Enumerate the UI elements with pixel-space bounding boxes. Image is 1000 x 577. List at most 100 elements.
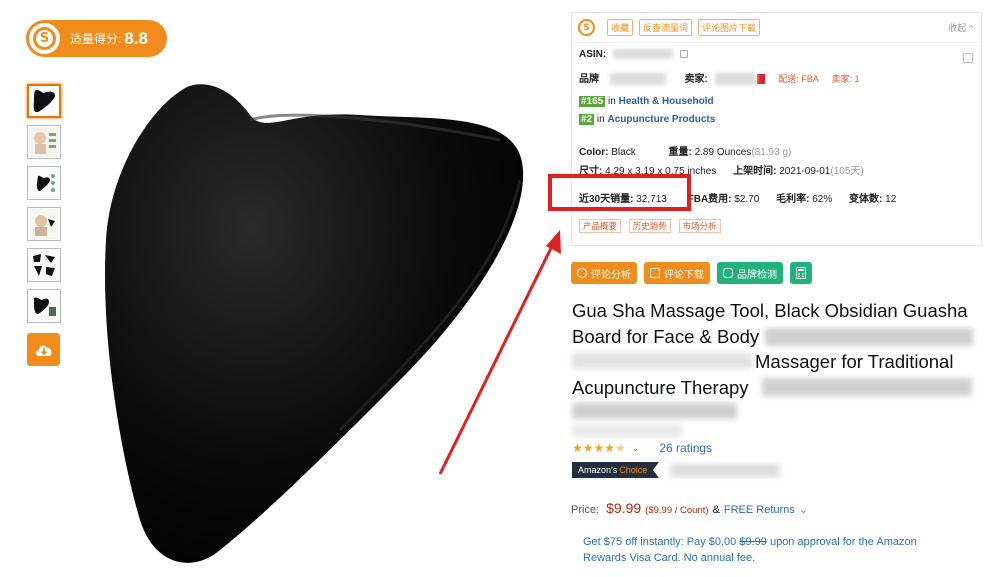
asin-redacted — [613, 49, 674, 60]
model-usage-thumb-icon — [29, 209, 59, 239]
review-analysis-button[interactable]: 评论分析 — [571, 262, 637, 284]
free-returns-link[interactable]: FREE Returns — [724, 504, 795, 516]
brand-check-button[interactable]: 品牌检测 — [717, 262, 783, 284]
review-image-download-button[interactable]: 评论图片下载 — [698, 19, 761, 36]
rank-number: #2 — [579, 114, 595, 125]
plugin-logo-icon: S — [29, 23, 60, 54]
reverse-keyword-button[interactable]: 反查流量词 — [639, 19, 693, 36]
thumbnail-5[interactable] — [27, 248, 61, 282]
color-weight-row: Color: Black 重量: 2.89 Ounces(81.93 g) — [579, 143, 791, 158]
tab-product-summary[interactable]: 产品概要 — [579, 219, 622, 233]
ratings-count-link[interactable]: 26 ratings — [659, 441, 712, 455]
calculator-button[interactable] — [790, 262, 812, 284]
panel-toolbar: S 收藏 反查流量词 评论图片下载 收起 ^ — [572, 13, 981, 43]
launch-label: 上架时间: — [733, 166, 777, 177]
brand-row: 品牌 卖家: 配送: FBA 卖家: 1 — [579, 70, 860, 86]
weight-grams: (81.93 g) — [751, 147, 792, 158]
brand-check-icon — [723, 268, 733, 278]
title-redacted — [765, 328, 973, 346]
color-label: Color: — [579, 147, 609, 158]
gua-sha-steps-thumb-icon — [29, 168, 59, 198]
model-face-thumb-icon — [29, 127, 59, 157]
rank-category-link[interactable]: Health & Household — [619, 96, 714, 107]
comment-icon — [650, 268, 660, 278]
chart-pie-icon — [577, 268, 587, 278]
expand-icon[interactable] — [963, 53, 973, 63]
title-redacted — [762, 378, 972, 396]
star-rating-icon[interactable]: ★★★★★ — [572, 441, 626, 455]
thumbnail-6[interactable] — [27, 289, 61, 323]
brand-redacted — [609, 73, 666, 86]
score-badge[interactable]: S 适量得分: 8.8 — [26, 20, 167, 57]
amazons-choice-badge[interactable]: Amazon's Choice — [572, 462, 660, 478]
seller-label: 卖家: — [684, 74, 708, 85]
title-redacted — [572, 403, 737, 419]
unit-price: ($9.99 / Count) — [645, 505, 709, 516]
launch-value: 2021-09-01 — [779, 166, 831, 177]
rank-row-1: #165 in Health & Household — [579, 96, 714, 107]
sub-tabs: 产品概要 历史趋势 市场分析 — [579, 219, 726, 233]
thumbnail-2[interactable] — [27, 125, 61, 159]
promo-before: Get $75 off instantly: Pay $0.00 — [583, 536, 737, 548]
thumbnail-3[interactable] — [27, 166, 61, 200]
seller-redacted — [714, 73, 757, 86]
image-download-button[interactable] — [27, 333, 60, 366]
gua-sha-thumb-icon — [33, 89, 56, 113]
score-value: 8.8 — [124, 28, 148, 48]
brand-check-label: 品牌检测 — [737, 269, 777, 281]
fba-value: $2.70 — [734, 194, 760, 205]
copy-icon[interactable] — [679, 50, 688, 59]
choice-redacted — [670, 464, 780, 477]
rank-category-link[interactable]: Acupuncture Products — [607, 114, 715, 125]
chevron-down-icon[interactable]: ⌄ — [799, 503, 808, 516]
choice-word: Choice — [619, 465, 648, 475]
weight-label: 重量: — [668, 147, 692, 158]
variants-value: 12 — [885, 194, 897, 205]
gua-sha-set-thumb-icon — [29, 250, 59, 280]
sales-highlight-box — [548, 174, 691, 211]
plugin-mini-logo-icon: S — [578, 19, 595, 36]
thumbnail-1[interactable] — [27, 84, 61, 118]
asin-label: ASIN: — [579, 49, 607, 60]
action-buttons: 评论分析 评论下载 品牌检测 — [571, 262, 812, 284]
rating-row: ★★★★★ ⌄ 26 ratings — [572, 441, 712, 455]
collapse-toggle[interactable]: 收起 ^ — [948, 21, 973, 34]
rank-prefix: in — [596, 114, 605, 125]
title-line-1: Gua Sha Massage Tool, Black Obsidian Gua… — [572, 300, 968, 321]
choice-prefix: Amazon's — [578, 465, 618, 475]
launch-days: (105天) — [830, 166, 864, 177]
review-download-label: 评论下载 — [664, 269, 704, 281]
price-amp: & — [712, 504, 720, 516]
thumbnail-4[interactable] — [27, 207, 61, 241]
seller-count-tag: 卖家: 1 — [831, 74, 860, 84]
weight-value: 2.89 Ounces — [694, 147, 752, 158]
review-analysis-label: 评论分析 — [591, 269, 631, 281]
annotation-arrow-icon — [438, 230, 561, 475]
color-value: Black — [611, 147, 636, 158]
score-label: 适量得分: — [70, 32, 122, 46]
title-redacted — [572, 425, 682, 437]
promo-strike: $9.99 — [739, 536, 767, 548]
margin-label: 毛利率: — [776, 194, 810, 205]
tab-history-trend[interactable]: 历史趋势 — [628, 219, 671, 233]
calculator-icon — [796, 267, 806, 279]
title-redacted — [572, 353, 752, 369]
thumbnail-list — [27, 84, 61, 330]
brand-label: 品牌 — [579, 74, 599, 85]
variants-label: 变体数: — [849, 194, 883, 205]
margin-value: 62% — [812, 194, 833, 205]
fba-label: FBA费用: — [687, 194, 732, 205]
rank-number: #165 — [579, 96, 606, 107]
rank-prefix: in — [608, 96, 616, 107]
tab-market-analysis[interactable]: 市场分析 — [678, 219, 721, 233]
cloud-download-icon — [35, 345, 51, 356]
chevron-down-icon[interactable]: ⌄ — [632, 443, 640, 454]
visa-promo[interactable]: Get $75 off instantly: Pay $0.00 $9.99 u… — [583, 534, 963, 566]
rank-row-2: #2 in Acupuncture Products — [579, 114, 715, 125]
fulfillment-tag: 配送: FBA — [778, 74, 819, 84]
favorite-button[interactable]: 收藏 — [607, 19, 634, 36]
asin-row: ASIN: — [579, 49, 688, 60]
review-download-button[interactable]: 评论下载 — [644, 262, 710, 284]
price-value: $9.99 — [606, 500, 642, 516]
flag-icon — [757, 74, 766, 85]
